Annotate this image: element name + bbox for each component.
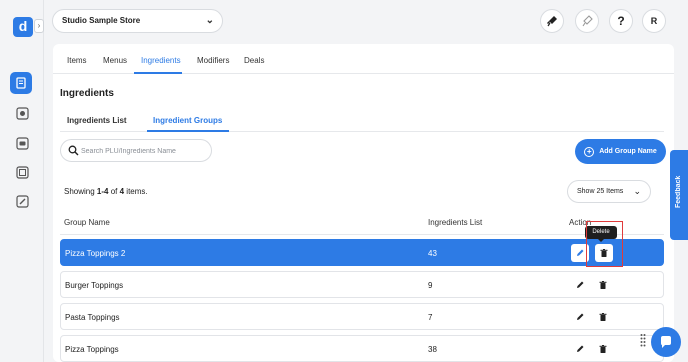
search-input[interactable]: [81, 145, 206, 157]
delete-button[interactable]: [596, 342, 610, 356]
tab-items[interactable]: Items: [67, 56, 87, 65]
add-group-button-label: Add Group Name: [599, 148, 657, 155]
link-icon: [15, 194, 29, 208]
help-button[interactable]: ?: [609, 9, 633, 33]
page-size-select[interactable]: Show 25 Items ⌄: [567, 180, 651, 203]
feedback-tab[interactable]: Feedback: [670, 150, 688, 240]
sidebar-item-devices[interactable]: [14, 135, 30, 151]
edit-button[interactable]: [573, 342, 587, 356]
group-name-cell: Pizza Toppings: [65, 345, 119, 354]
results-suffix: items.: [124, 187, 148, 196]
header-divider: [60, 234, 664, 235]
main-card: Items Menus Ingredients Modifiers Deals …: [53, 44, 674, 362]
table-row[interactable]: Pizza Toppings 2 43: [60, 239, 664, 266]
store-selector-label: Studio Sample Store: [62, 16, 141, 25]
pencil-icon: [577, 345, 584, 352]
pencil-icon: [577, 281, 584, 288]
column-header-group-name: Group Name: [64, 218, 110, 227]
tab-menus[interactable]: Menus: [103, 56, 127, 65]
drag-handle-icon[interactable]: [640, 333, 646, 347]
tab-modifiers[interactable]: Modifiers: [197, 56, 229, 65]
pencil-icon: [577, 313, 584, 320]
sidebar-item-menu[interactable]: [10, 72, 32, 94]
rocket-button[interactable]: [540, 9, 564, 33]
group-name-cell: Pasta Toppings: [65, 313, 120, 322]
image-icon: [15, 165, 29, 179]
feedback-label: Feedback: [675, 175, 682, 209]
group-name-cell: Burger Toppings: [65, 281, 124, 290]
chat-bubble-icon: [661, 336, 671, 348]
rocket-outline-icon: [582, 15, 593, 27]
pencil-icon: [577, 249, 584, 256]
delete-button[interactable]: [596, 278, 610, 292]
launch-button[interactable]: [575, 9, 599, 33]
ingredients-count-cell: 7: [428, 313, 433, 322]
table-row[interactable]: Pasta Toppings 7: [60, 303, 664, 330]
highlight-box: [586, 221, 623, 267]
edit-button[interactable]: [573, 278, 587, 292]
chevron-down-icon: ⌄: [633, 186, 641, 196]
ingredients-count-cell: 43: [428, 249, 437, 258]
table-row[interactable]: Burger Toppings 9: [60, 271, 664, 298]
edit-button[interactable]: [573, 310, 587, 324]
subtab-ingredients-list[interactable]: Ingredients List: [67, 116, 127, 125]
ingredients-count-cell: 38: [428, 345, 437, 354]
chat-button[interactable]: [651, 327, 681, 357]
store-selector[interactable]: Studio Sample Store ⌄: [52, 9, 223, 33]
column-header-ingredients-list: Ingredients List: [428, 218, 483, 227]
active-subtab-indicator: [147, 130, 229, 132]
sidebar-item-integrations[interactable]: [14, 193, 30, 209]
circle-badge-icon: [15, 106, 29, 120]
results-prefix: Showing: [64, 187, 97, 196]
subtab-ingredient-groups[interactable]: Ingredient Groups: [153, 116, 222, 125]
app-logo[interactable]: d: [13, 17, 33, 37]
tab-deals[interactable]: Deals: [244, 56, 264, 65]
results-of: of: [108, 187, 120, 196]
plus-circle-icon: +: [584, 146, 595, 157]
group-name-cell: Pizza Toppings 2: [65, 249, 126, 258]
sidebar-collapse-button[interactable]: ›: [34, 19, 44, 33]
user-avatar[interactable]: R: [642, 9, 666, 33]
sidebar-item-media[interactable]: [14, 164, 30, 180]
trash-icon: [599, 345, 607, 353]
menu-book-icon: [16, 77, 26, 89]
trash-icon: [599, 281, 607, 289]
device-icon: [15, 136, 29, 150]
page-title: Ingredients: [60, 88, 114, 99]
add-group-button[interactable]: + Add Group Name: [575, 139, 666, 164]
delete-button[interactable]: [596, 310, 610, 324]
sidebar: d ›: [0, 0, 44, 362]
results-summary: Showing 1-4 of 4 items.: [64, 187, 148, 196]
active-tab-indicator: [134, 72, 182, 74]
subtab-bar: Ingredients List Ingredient Groups: [60, 114, 664, 132]
trash-icon: [599, 313, 607, 321]
chevron-down-icon: ⌄: [205, 15, 214, 26]
tab-ingredients[interactable]: Ingredients: [141, 56, 181, 65]
sidebar-item-orders[interactable]: [14, 105, 30, 121]
tab-bar: Items Menus Ingredients Modifiers Deals: [53, 44, 674, 74]
results-range: 1-4: [96, 187, 109, 196]
ingredients-count-cell: 9: [428, 281, 433, 290]
table-row[interactable]: Pizza Toppings 38: [60, 335, 664, 362]
rocket-icon: [547, 16, 557, 27]
search-box: [60, 139, 212, 162]
search-icon: [68, 145, 79, 156]
page-size-label: Show 25 Items: [577, 188, 624, 195]
